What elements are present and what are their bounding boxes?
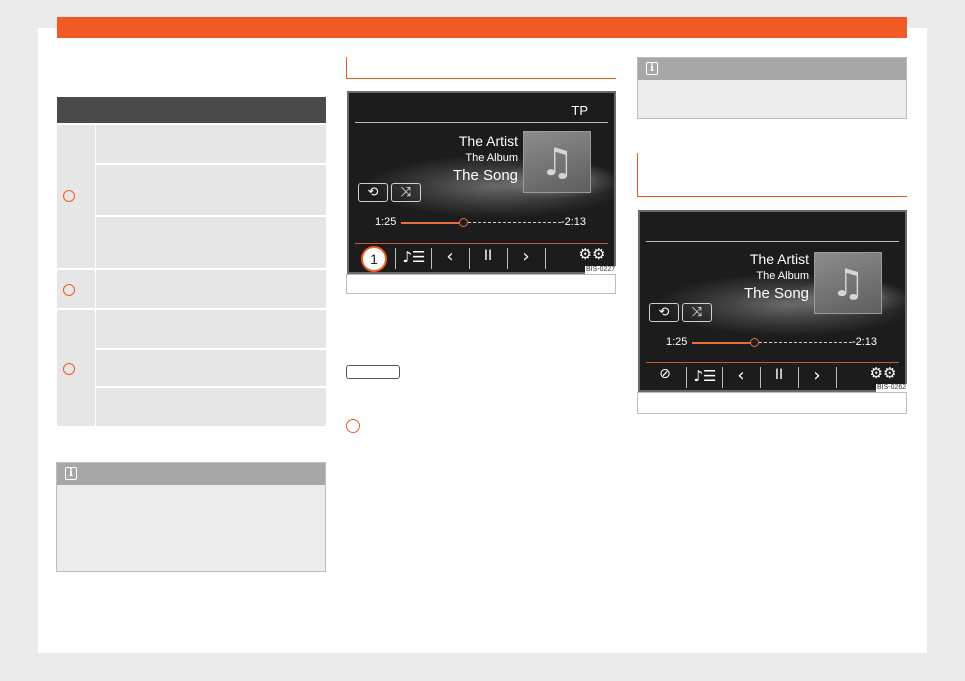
- artist-name: The Artist: [458, 133, 518, 149]
- artist-name: The Artist: [749, 251, 809, 267]
- playlist-button[interactable]: ♪☰: [690, 367, 720, 385]
- header-bar: [57, 17, 907, 38]
- table-cell: [96, 217, 326, 268]
- note-box: i: [56, 462, 326, 572]
- progress-played: [692, 342, 754, 344]
- note-box: i: [637, 57, 907, 119]
- callout-circle-icon: [346, 419, 360, 433]
- pause-icon: II: [483, 248, 493, 264]
- section-rule: [637, 196, 907, 197]
- figure-code: BIS-0262: [876, 384, 908, 392]
- control-divider: [355, 243, 608, 244]
- note-header: i: [57, 463, 325, 485]
- key-symbol: [346, 365, 400, 379]
- previous-button[interactable]: ‹: [724, 365, 758, 386]
- table-cell: [96, 310, 326, 348]
- settings-button[interactable]: ⚙⚙: [868, 364, 898, 382]
- progress-slider-knob[interactable]: [459, 218, 468, 227]
- divider: [798, 367, 799, 388]
- music-note-icon: ♫: [540, 140, 575, 184]
- album-art: ♫: [523, 131, 591, 193]
- figure-caption-box: [637, 392, 907, 414]
- repeat-button[interactable]: ⟲: [358, 183, 388, 202]
- callout-circle-icon: [63, 190, 75, 202]
- divider: [836, 367, 837, 388]
- settings-icon: ⚙⚙: [578, 245, 606, 263]
- repeat-button[interactable]: ⟲: [649, 303, 679, 322]
- divider: [760, 367, 761, 388]
- info-icon: i: [646, 62, 658, 75]
- next-button[interactable]: ›: [800, 365, 834, 386]
- progress-played: [401, 222, 463, 224]
- shuffle-icon: ⤨: [400, 185, 412, 200]
- divider: [545, 248, 546, 269]
- callout-circle-icon: [63, 284, 75, 296]
- divider: [469, 248, 470, 269]
- repeat-icon: ⟲: [367, 185, 379, 200]
- previous-icon: ‹: [737, 365, 745, 386]
- progress-remaining: [759, 342, 852, 343]
- remaining-time: -2:13: [851, 336, 877, 348]
- remaining-time: -2:13: [560, 216, 586, 228]
- progress-slider-knob[interactable]: [750, 338, 759, 347]
- infotainment-screen-media: TP The Artist The Album The Song ♫ ⟲ ⤨ 1…: [347, 91, 616, 274]
- section-marker: [346, 57, 347, 79]
- status-divider: [355, 122, 608, 123]
- shuffle-icon: ⤨: [691, 305, 703, 320]
- album-art: ♫: [814, 252, 882, 314]
- progress-remaining: [468, 222, 561, 223]
- repeat-icon: ⟲: [658, 305, 670, 320]
- section-marker: [637, 153, 638, 197]
- figure-code: BIS-0227: [585, 266, 617, 274]
- settings-button[interactable]: ⚙⚙: [577, 245, 607, 263]
- tp-label: TP: [571, 103, 588, 118]
- compass-icon: ⊘: [659, 366, 671, 382]
- callout-1-marker: 1: [361, 246, 387, 272]
- next-button[interactable]: ›: [509, 246, 543, 267]
- divider: [686, 367, 687, 388]
- info-icon: i: [65, 467, 77, 480]
- table-cell: [96, 388, 326, 426]
- pause-button[interactable]: II: [762, 367, 796, 383]
- table-cell: [96, 125, 326, 163]
- table-header: [57, 97, 326, 123]
- album-name: The Album: [465, 152, 518, 164]
- divider: [395, 248, 396, 269]
- navigation-button[interactable]: ⊘: [652, 366, 678, 382]
- album-name: The Album: [756, 270, 809, 282]
- elapsed-time: 1:25: [666, 336, 688, 348]
- status-divider: [646, 241, 899, 242]
- song-title: The Song: [743, 285, 809, 302]
- note-header: i: [638, 58, 906, 80]
- section-rule: [346, 78, 616, 79]
- pause-icon: II: [774, 367, 784, 383]
- divider: [431, 248, 432, 269]
- infotainment-screen-media: The Artist The Album The Song ♫ ⟲ ⤨ 1:25…: [638, 210, 907, 392]
- divider: [507, 248, 508, 269]
- shuffle-button[interactable]: ⤨: [391, 183, 421, 202]
- next-icon: ›: [522, 246, 530, 267]
- callout-circle-icon: [63, 363, 75, 375]
- settings-icon: ⚙⚙: [869, 364, 897, 382]
- next-icon: ›: [813, 365, 821, 386]
- figure-caption-box: [346, 274, 616, 294]
- playlist-icon: ♪☰: [693, 367, 717, 385]
- shuffle-button[interactable]: ⤨: [682, 303, 712, 322]
- music-note-icon: ♫: [831, 261, 866, 305]
- previous-icon: ‹: [446, 246, 454, 267]
- table-cell: [96, 165, 326, 215]
- control-divider: [646, 362, 899, 363]
- pause-button[interactable]: II: [471, 248, 505, 264]
- elapsed-time: 1:25: [375, 216, 397, 228]
- playlist-button[interactable]: ♪☰: [399, 248, 429, 266]
- playlist-icon: ♪☰: [402, 248, 426, 266]
- table-cell: [96, 270, 326, 308]
- divider: [722, 367, 723, 388]
- previous-button[interactable]: ‹: [433, 246, 467, 267]
- song-title: The Song: [452, 167, 518, 184]
- table-cell: [96, 350, 326, 386]
